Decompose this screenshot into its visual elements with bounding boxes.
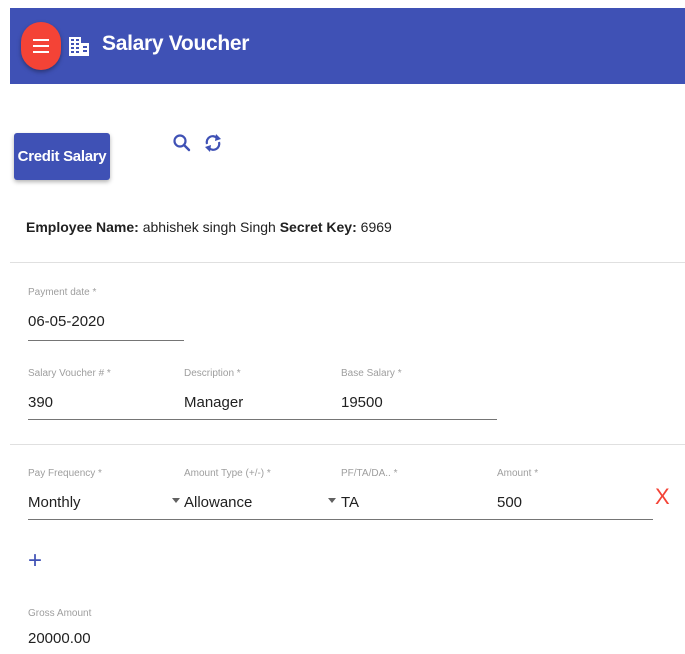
- search-icon[interactable]: [172, 133, 192, 153]
- employee-name-value: abhishek singh Singh: [142, 219, 276, 235]
- chevron-down-icon[interactable]: [328, 498, 336, 503]
- secret-key-label: Secret Key:: [279, 219, 357, 235]
- refresh-icon[interactable]: [203, 133, 223, 153]
- payment-date-underline: [28, 340, 184, 341]
- amount-field[interactable]: Amount * 500: [497, 468, 539, 511]
- payment-date-field[interactable]: Payment date * 06-05-2020: [28, 287, 105, 330]
- base-salary-label: Base Salary *: [341, 368, 402, 379]
- building-icon: [69, 37, 89, 56]
- gross-amount-value: 20000.00: [28, 630, 91, 647]
- pay-frequency-label: Pay Frequency *: [28, 468, 102, 479]
- pf-ta-da-value[interactable]: TA: [341, 494, 359, 511]
- description-label: Description *: [184, 368, 241, 379]
- close-icon[interactable]: X: [655, 484, 670, 510]
- gross-amount-label: Gross Amount: [28, 608, 92, 619]
- app-bar: Salary Voucher: [10, 8, 685, 84]
- amount-type-label: Amount Type (+/-) *: [184, 468, 271, 479]
- divider: [10, 444, 685, 445]
- menu-icon[interactable]: [21, 22, 61, 70]
- amount-type-select[interactable]: Amount Type (+/-) * Allowance: [184, 468, 271, 511]
- description-input[interactable]: Manager: [184, 394, 243, 411]
- credit-salary-button[interactable]: Credit Salary: [14, 133, 110, 180]
- amount-label: Amount *: [497, 468, 539, 479]
- description-field[interactable]: Description * Manager: [184, 368, 243, 411]
- base-salary-input[interactable]: 19500: [341, 394, 383, 411]
- pay-frequency-value[interactable]: Monthly: [28, 494, 81, 511]
- amount-input[interactable]: 500: [497, 494, 522, 511]
- payment-date-label: Payment date *: [28, 287, 97, 298]
- amount-type-value[interactable]: Allowance: [184, 494, 252, 511]
- base-salary-field[interactable]: Base Salary * 19500: [341, 368, 402, 411]
- chevron-down-icon[interactable]: [172, 498, 180, 503]
- pf-ta-da-label: PF/TA/DA.. *: [341, 468, 398, 479]
- page-title: Salary Voucher: [102, 32, 250, 55]
- voucher-row-underline: [28, 419, 497, 420]
- employee-name-label: Employee Name:: [26, 219, 139, 235]
- payment-date-input[interactable]: 06-05-2020: [28, 313, 105, 330]
- gross-amount-field: Gross Amount 20000.00: [28, 608, 92, 647]
- salary-voucher-input[interactable]: 390: [28, 394, 53, 411]
- pay-frequency-select[interactable]: Pay Frequency * Monthly: [28, 468, 102, 511]
- employee-info: Employee Name: abhishek singh Singh Secr…: [26, 219, 392, 235]
- pf-ta-da-select[interactable]: PF/TA/DA.. * TA: [341, 468, 398, 511]
- divider: [10, 262, 685, 263]
- line-item-underline: [28, 519, 653, 520]
- salary-voucher-field[interactable]: Salary Voucher # * 390: [28, 368, 111, 411]
- salary-voucher-label: Salary Voucher # *: [28, 368, 111, 379]
- secret-key-value: 6969: [360, 219, 392, 235]
- add-icon[interactable]: +: [28, 549, 42, 573]
